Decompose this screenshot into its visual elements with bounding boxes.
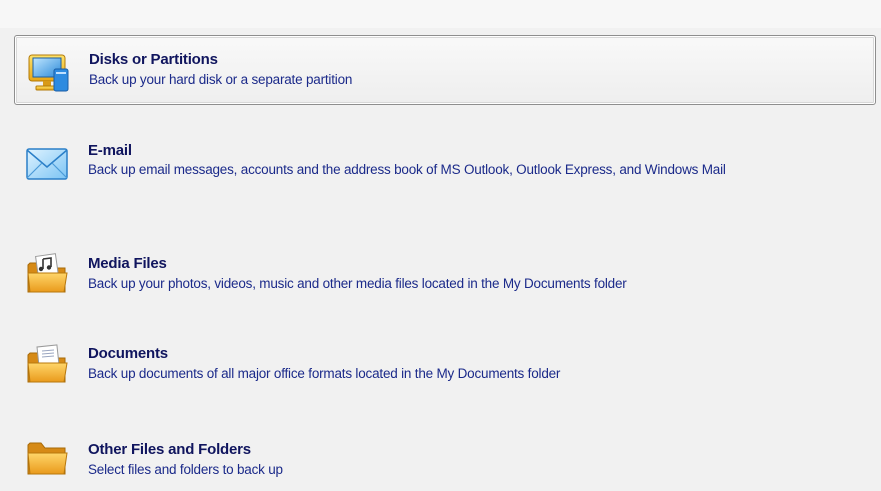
option-description: Back up email messages, accounts and the…	[88, 162, 726, 177]
option-title: Documents	[88, 345, 168, 362]
option-documents[interactable]: Documents Back up documents of all major…	[14, 335, 876, 405]
option-description: Back up your hard disk or a separate par…	[89, 72, 353, 87]
option-title: E-mail	[88, 142, 132, 159]
media-folder-icon	[25, 251, 71, 297]
computer-monitor-icon	[26, 50, 72, 96]
documents-folder-icon	[25, 341, 71, 387]
envelope-icon	[25, 140, 71, 186]
option-title: Media Files	[88, 255, 167, 272]
option-other-files-and-folders[interactable]: Other Files and Folders Select files and…	[14, 425, 876, 491]
option-title: Disks or Partitions	[89, 51, 218, 68]
backup-type-panel: Disks or Partitions Back up your hard di…	[0, 0, 881, 491]
option-description: Select files and folders to back up	[88, 462, 283, 477]
option-description: Back up your photos, videos, music and o…	[88, 276, 627, 291]
top-strip	[0, 0, 881, 28]
folder-icon	[25, 433, 71, 479]
option-title: Other Files and Folders	[88, 441, 251, 458]
option-media-files[interactable]: Media Files Back up your photos, videos,…	[14, 245, 876, 315]
option-disks-or-partitions[interactable]: Disks or Partitions Back up your hard di…	[14, 35, 876, 105]
option-description: Back up documents of all major office fo…	[88, 366, 561, 381]
option-email[interactable]: E-mail Back up email messages, accounts …	[14, 130, 876, 210]
